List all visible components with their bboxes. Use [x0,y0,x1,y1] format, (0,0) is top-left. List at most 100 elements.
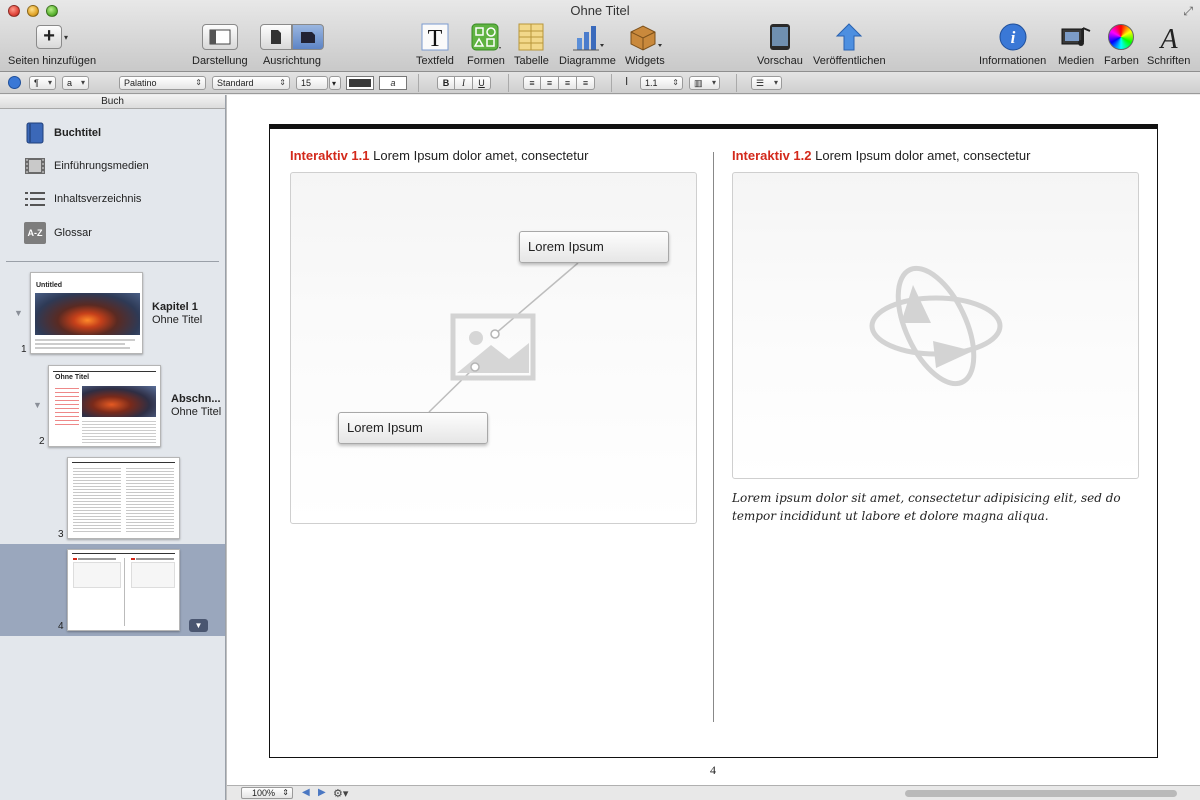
font-size-value: 15 [301,78,312,88]
zoom-value: 100% [252,788,276,798]
sidebar-divider [6,261,219,262]
color-wheel-icon [1108,24,1135,50]
format-bar: ¶ ▾ a ▾ Palatino ⇕ Standard ⇕ 15 ▾ a B I U ≡… [0,72,1200,94]
font-size-dropdown[interactable]: ▾ [329,76,341,90]
widget-caption-text: Lorem Ipsum dolor amet, consectetur [373,148,589,163]
next-page-icon[interactable]: ▶ [318,787,326,798]
sidebar-item-book-title[interactable]: Buchtitel [24,121,101,145]
widget-caption-2[interactable]: Interaktiv 1.2 Lorem Ipsum dolor amet, c… [732,148,1030,163]
page-thumbnail[interactable] [67,457,180,539]
az-icon: A-Z [24,222,46,244]
align-right-icon[interactable]: ≡ [559,76,577,90]
page-thumbnail[interactable]: Untitled [30,272,143,354]
info-label: Informationen [979,55,1047,67]
gear-icon[interactable]: ⚙▾ [333,787,348,800]
font-size-field[interactable]: 15 [296,76,328,90]
section-title: Abschn... [171,393,221,405]
chevron-down-icon: ▼ [194,621,203,630]
fonts-button[interactable]: A Schriften [1147,22,1190,67]
align-center-icon[interactable]: ≡ [541,76,559,90]
shapes-label: Formen [467,55,505,67]
portrait-icon[interactable] [260,24,292,50]
list-icon [24,188,46,210]
textbox-label: Textfeld [416,55,454,67]
bold-button[interactable]: B [437,76,455,90]
widget-caption-1[interactable]: Interaktiv 1.1 Lorem Ipsum dolor amet, c… [290,148,588,163]
separator [736,74,737,92]
table-icon [518,23,544,51]
sidebar-item-label: Einführungsmedien [54,160,149,172]
info-icon: i [999,23,1027,51]
stepper-arrows-icon: ⇕ [195,78,202,87]
orientation-control[interactable]: Ausrichtung [260,22,324,67]
style-drawer-icon[interactable] [8,76,21,89]
table-button[interactable]: Tabelle [514,22,549,67]
align-justify-icon[interactable]: ≡ [577,76,595,90]
line-spacing-popup[interactable]: 1.1 ⇕ [640,76,683,90]
shapes-icon [471,23,501,51]
svg-text:A: A [1158,24,1178,52]
preview-label: Vorschau [757,55,803,67]
orientation-label: Ausrichtung [262,55,322,67]
ipad-icon [769,24,790,50]
widgets-icon [630,25,662,51]
text-color-well[interactable] [346,76,374,90]
info-button[interactable]: i Informationen [979,22,1046,67]
shapes-button[interactable]: Formen [467,22,505,67]
widgets-button[interactable]: Widgets [625,22,665,67]
callout-label-2[interactable]: Lorem Ipsum [338,412,488,444]
widgets-label: Widgets [625,55,665,67]
landscape-icon[interactable] [292,24,324,50]
page-thumbnail-selected[interactable] [67,549,180,631]
disclosure-triangle-icon[interactable]: ▼ [14,308,23,318]
page-number: 2 [39,436,45,447]
callout-label-1[interactable]: Lorem Ipsum [519,231,669,263]
align-left-icon[interactable]: ≡ [523,76,541,90]
widget-description[interactable]: Lorem ipsum dolor sit amet, consectetur … [732,489,1142,525]
horizontal-scrollbar[interactable] [905,790,1177,797]
book-icon [24,122,46,144]
sidebar-item-glossary[interactable]: A-Z Glossar [24,221,92,245]
paragraph-style-popup[interactable]: ¶ ▾ [29,76,56,90]
sidebar-item-toc[interactable]: Inhaltsverzeichnis [24,187,141,211]
columns-icon: ▥ [694,78,703,88]
section-subtitle: Ohne Titel [171,406,222,418]
colors-button[interactable]: Farben [1104,22,1139,67]
book-sidebar: Buch Buchtitel Einführungsmedien Inhalts… [0,95,226,800]
add-pages-button[interactable]: + ▾ Seiten hinzufügen [8,22,96,67]
columns-popup[interactable]: ▥ ▾ [689,76,720,90]
app-window: Ohne Titel ⤢ + ▾ Seiten hinzufügen Darste… [0,0,1200,800]
charts-button[interactable]: Diagramme [559,22,616,67]
character-style-value: a [67,78,73,88]
separator [418,74,419,92]
italic-button[interactable]: I [455,76,473,90]
separator [611,74,612,92]
preview-button[interactable]: Vorschau [757,22,803,67]
underline-button[interactable]: U [473,76,491,90]
fullscreen-icon[interactable]: ⤢ [1183,4,1193,19]
publish-button[interactable]: Veröffentlichen [813,22,886,67]
chevron-down-icon: ▾ [332,79,337,88]
view-label: Darstellung [192,55,248,67]
typeface-popup[interactable]: Standard ⇕ [212,76,290,90]
3d-object-widget[interactable] [732,172,1139,479]
page-thumbnail[interactable]: Ohne Titel [48,365,161,447]
thumbnail-menu-button[interactable]: ▼ [189,619,208,632]
highlight-color-well[interactable]: a [379,76,407,90]
list-style-popup[interactable]: ☰ ▾ [751,76,782,90]
view-button[interactable]: Darstellung [192,22,248,67]
zoom-popup[interactable]: 100% ⇕ [241,787,293,799]
previous-page-icon[interactable]: ◀ [302,787,310,798]
chart-icon [573,26,605,51]
font-family-popup[interactable]: Palatino ⇕ [119,76,206,90]
character-style-popup[interactable]: a ▾ [62,76,89,90]
media-icon [1061,27,1091,46]
textbox-button[interactable]: T Textfeld [416,22,454,67]
disclosure-triangle-icon[interactable]: ▼ [33,400,42,410]
interactive-image-widget[interactable]: Lorem Ipsum Lorem Ipsum [290,172,697,524]
widget-label: Interaktiv 1.2 [732,148,812,163]
media-button[interactable]: Medien [1058,22,1094,67]
list-icon: ☰ [756,78,765,88]
sidebar-item-intro-media[interactable]: Einführungsmedien [24,154,149,178]
window-title: Ohne Titel [570,3,630,18]
